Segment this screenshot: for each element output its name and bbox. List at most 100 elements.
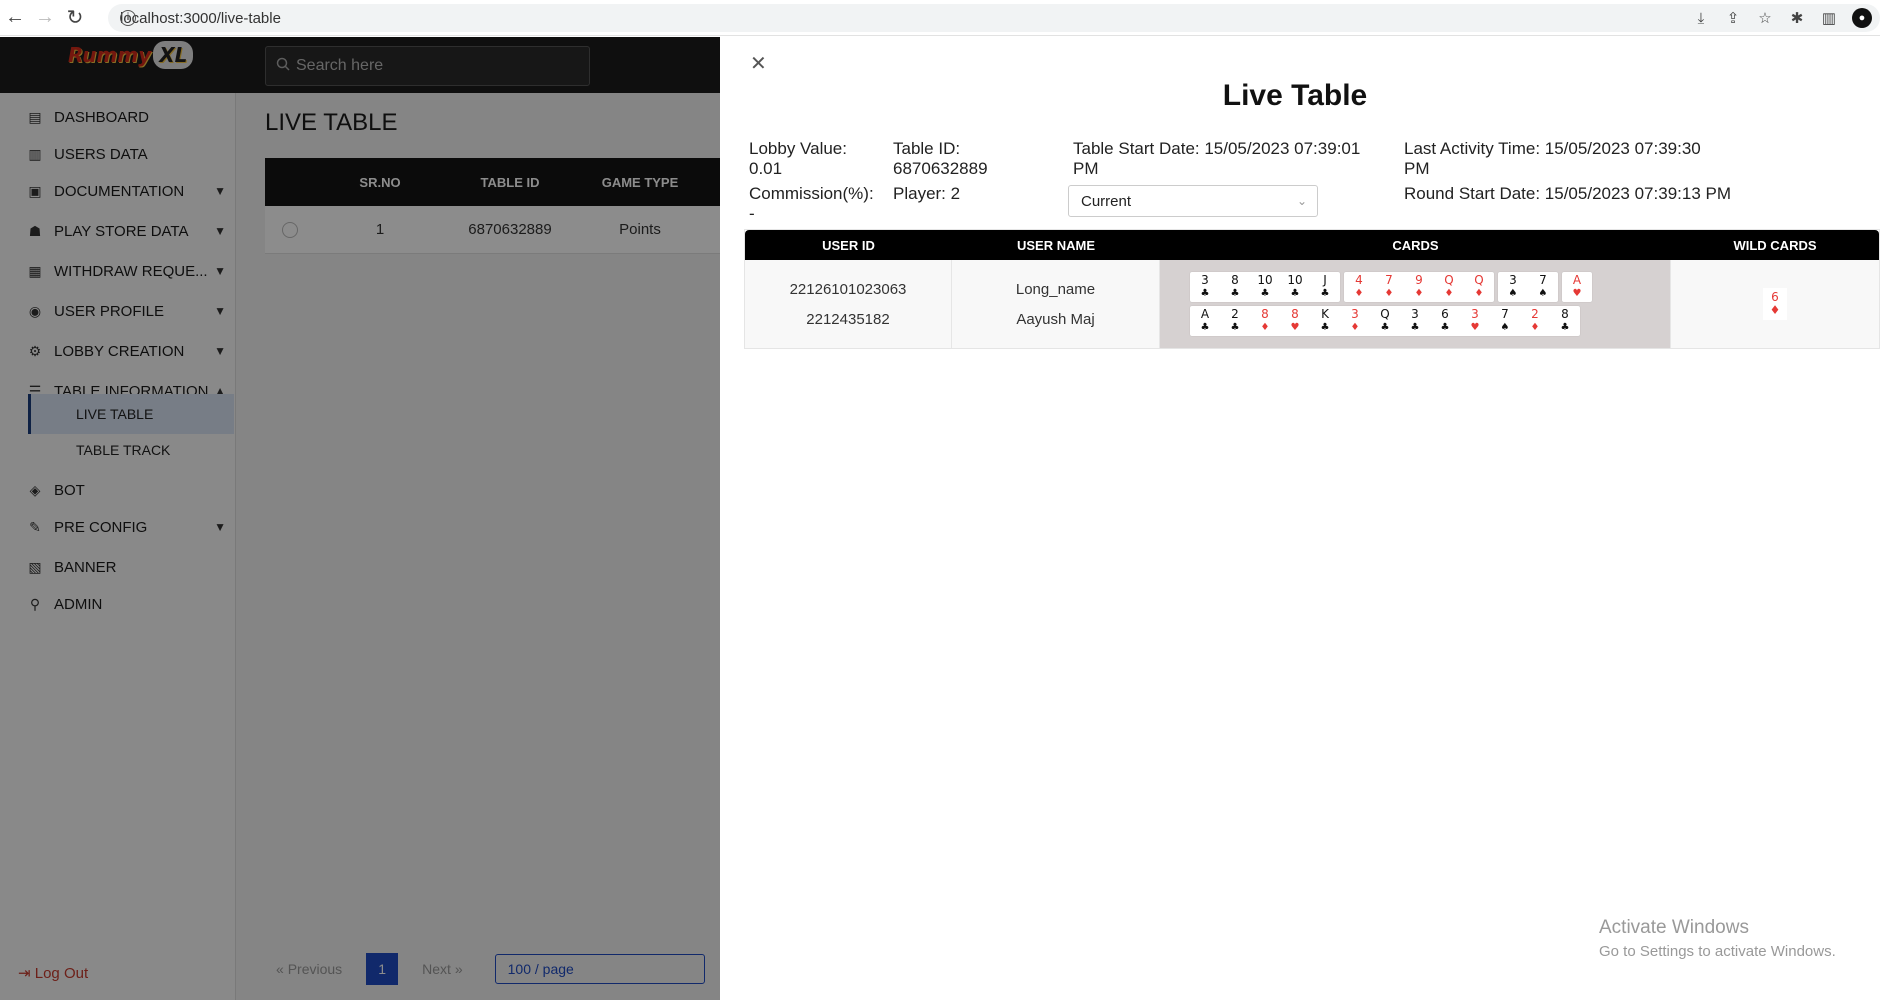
playing-card: 8 ♣ <box>1550 306 1580 336</box>
close-icon[interactable]: ✕ <box>750 51 767 76</box>
lobby-value: 0.01 <box>749 159 783 178</box>
players-table: USER ID USER NAME CARDS WILD CARDS 22126… <box>744 229 1880 349</box>
playing-card: 2 ♣ <box>1220 306 1250 336</box>
forward-arrow-icon[interactable]: → <box>30 3 60 33</box>
user-name-cell: Aayush Maj <box>1016 310 1095 328</box>
card-rank: A <box>1200 307 1210 321</box>
card-rank: A <box>1572 273 1582 287</box>
round-select[interactable]: Current ⌄ <box>1068 185 1318 217</box>
card-suit: ♣ <box>1260 288 1270 299</box>
url-text: localhost:3000/live-table <box>120 9 281 27</box>
column-header: USER ID <box>822 237 875 253</box>
address-bar[interactable]: i localhost:3000/live-table <box>108 4 1880 32</box>
card-rank: Q <box>1380 307 1390 321</box>
sidepanel-icon[interactable]: ▥ <box>1820 9 1838 27</box>
playing-card: 3 ♠ <box>1498 272 1528 302</box>
user-name-cell: Long_name <box>1015 280 1096 298</box>
column-header: USER NAME <box>1016 237 1095 253</box>
card-suit: ♦ <box>1474 288 1484 299</box>
card-suit: ♣ <box>1560 322 1570 333</box>
playing-card: 6 ♣ <box>1430 306 1460 336</box>
card-suit: ♥ <box>1290 322 1300 333</box>
card-rank: 4 <box>1355 273 1363 287</box>
card-rank: 3 <box>1509 273 1517 287</box>
site-info-icon[interactable]: i <box>120 10 136 26</box>
watermark-subtitle: Go to Settings to activate Windows. <box>1599 943 1836 960</box>
playing-card: Q ♣ <box>1370 306 1400 336</box>
live-table-drawer: ✕ Live Table Lobby Value: 0.01 Commissio… <box>720 37 1880 1000</box>
extensions-icon[interactable]: ✱ <box>1788 9 1806 27</box>
commission-value: - <box>749 204 755 223</box>
playing-card: 8 ♣ <box>1220 272 1250 302</box>
card-rank: 3 <box>1201 273 1209 287</box>
playing-card: 7 ♠ <box>1528 272 1558 302</box>
install-icon[interactable]: ⤓ <box>1692 9 1710 27</box>
player-count: Player: 2 <box>893 184 961 203</box>
playing-card: 7 ♠ <box>1490 306 1520 336</box>
playing-card: Q ♦ <box>1434 272 1464 302</box>
card-suit: ♣ <box>1290 288 1300 299</box>
card-suit: ♠ <box>1500 322 1510 333</box>
playing-card: 8 ♦ <box>1250 306 1280 336</box>
card-rank: 6 <box>1441 307 1449 321</box>
card-rank: 3 <box>1471 307 1479 321</box>
card-suit: ♥ <box>1470 322 1480 333</box>
card-rank: 3 <box>1411 307 1419 321</box>
card-suit: ♦ <box>1350 322 1360 333</box>
card-group: 3 ♣ 8 ♣ 10 ♣ 10 ♣ J ♣ <box>1190 272 1340 302</box>
card-suit: ♣ <box>1440 322 1450 333</box>
card-suit: ♦ <box>1530 322 1540 333</box>
card-rank: 7 <box>1539 273 1547 287</box>
browser-toolbar: ← → ↻ i localhost:3000/live-table ⤓ ⇪ ☆ … <box>0 0 1880 36</box>
user-id-column: 22126101023063 2212435182 <box>745 260 952 348</box>
card-suit: ♦ <box>1444 288 1454 299</box>
card-rank: 8 <box>1561 307 1569 321</box>
card-rank: 8 <box>1291 307 1299 321</box>
card-suit: ♣ <box>1230 288 1240 299</box>
card-rank: 2 <box>1231 307 1239 321</box>
playing-card: A ♣ <box>1190 306 1220 336</box>
back-arrow-icon[interactable]: ← <box>0 3 30 33</box>
card-rank: 10 <box>1257 273 1273 287</box>
card-group: A ♣ 2 ♣ 8 ♦ 8 ♥ K ♣ 3 ♦ Q ♣ 3 ♣ 6 ♣ 3 ♥ 7 ♠ 2 ♦ 8 ♣ <box>1190 306 1580 336</box>
wild-cards-column: 6 ♦ <box>1671 260 1879 348</box>
wild-card: 6 ♦ <box>1763 288 1787 320</box>
drawer-title: Live Table <box>1222 79 1368 112</box>
star-icon[interactable]: ☆ <box>1756 9 1774 27</box>
share-icon[interactable]: ⇪ <box>1724 9 1742 27</box>
profile-avatar-icon[interactable]: ● <box>1852 8 1872 28</box>
players-table-body: 22126101023063 2212435182 Long_name Aayu… <box>745 260 1879 348</box>
table-id-label: Table ID: <box>893 139 961 158</box>
playing-card: 3 ♣ <box>1190 272 1220 302</box>
last-activity-line: PM <box>1404 159 1430 178</box>
card-rank: Q <box>1444 273 1454 287</box>
card-suit: ♠ <box>1538 288 1548 299</box>
user-name-column: Long_name Aayush Maj <box>952 260 1160 348</box>
reload-icon[interactable]: ↻ <box>60 3 90 33</box>
card-suit: ♥ <box>1572 288 1582 299</box>
player-hand: 3 ♣ 8 ♣ 10 ♣ 10 ♣ J ♣ 4 ♦ 7 ♦ 9 ♦ Q ♦ Q ♦ 3 ♠ 7 ♠ A ♥ <box>1190 272 1670 302</box>
card-suit: ♦ <box>1354 288 1364 299</box>
card-rank: 7 <box>1501 307 1509 321</box>
card-suit: ♣ <box>1380 322 1390 333</box>
table-start-date: Table Start Date: 15/05/2023 07:39:01 PM <box>1073 139 1360 179</box>
lobby-value-info: Lobby Value: 0.01 <box>749 139 847 179</box>
card-rank: J <box>1323 273 1327 287</box>
column-header: WILD CARDS <box>1733 237 1817 253</box>
playing-card: 2 ♦ <box>1520 306 1550 336</box>
card-suit: ♣ <box>1320 322 1330 333</box>
playing-card: J ♣ <box>1310 272 1340 302</box>
table-start-date-line: PM <box>1073 159 1099 178</box>
chevron-down-icon: ⌄ <box>1296 194 1307 208</box>
card-group: 3 ♠ 7 ♠ <box>1498 272 1558 302</box>
card-rank: K <box>1321 307 1329 321</box>
playing-card: 3 ♣ <box>1400 306 1430 336</box>
card-suit: ♣ <box>1200 288 1210 299</box>
card-suit: ♦ <box>1414 288 1424 299</box>
player-hand: A ♣ 2 ♣ 8 ♦ 8 ♥ K ♣ 3 ♦ Q ♣ 3 ♣ 6 ♣ 3 ♥ 7 ♠ 2 ♦ 8 ♣ <box>1190 306 1670 336</box>
card-suit: ♣ <box>1410 322 1420 333</box>
playing-card: 7 ♦ <box>1374 272 1404 302</box>
modal-overlay[interactable] <box>0 37 720 1000</box>
playing-card: Q ♦ <box>1464 272 1494 302</box>
user-id-cell: 2212435182 <box>806 310 890 328</box>
